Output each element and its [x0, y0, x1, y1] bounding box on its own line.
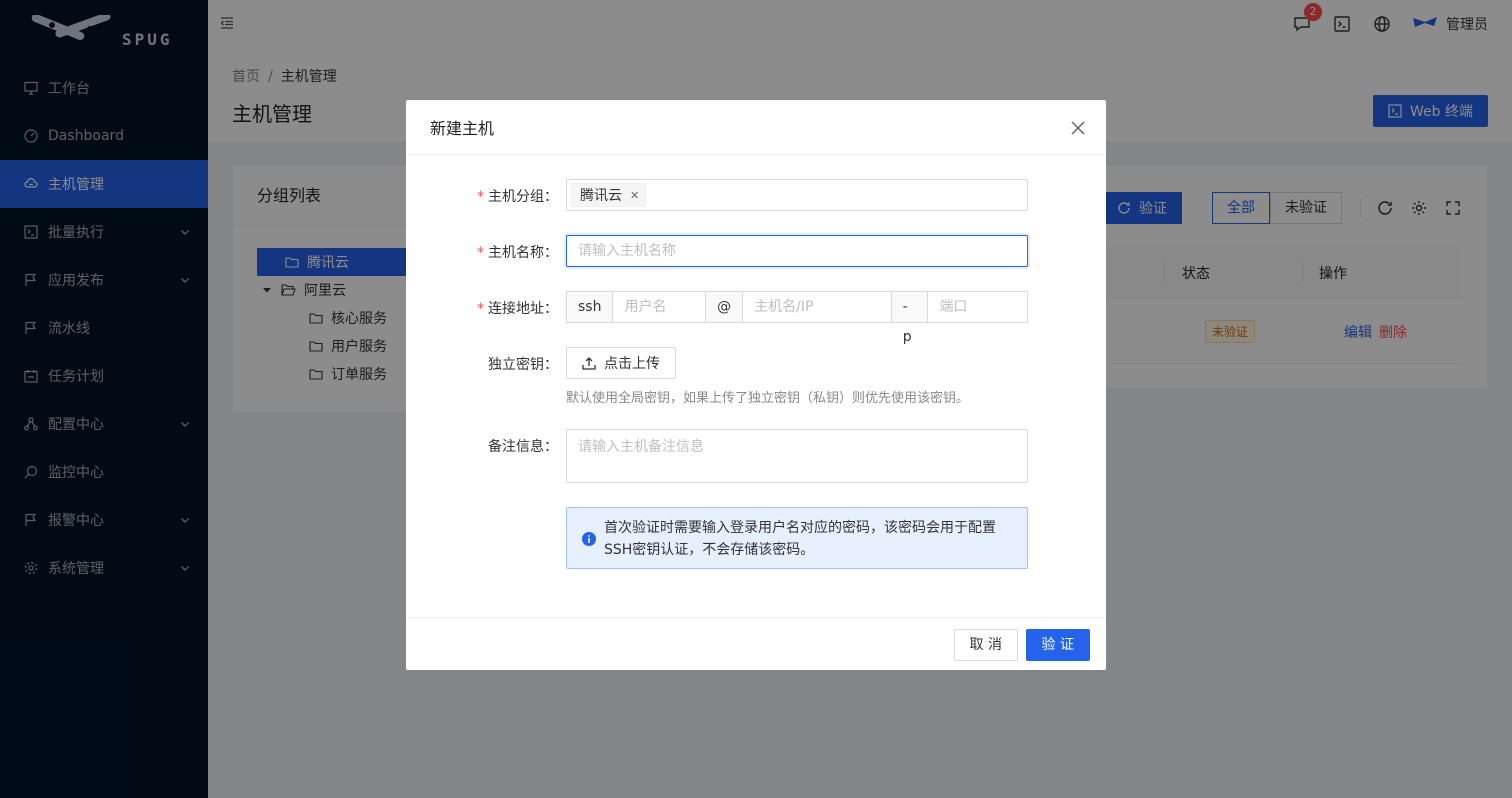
- upload-icon: [582, 357, 596, 370]
- note-textarea[interactable]: 请输入主机备注信息: [566, 429, 1028, 483]
- cancel-button[interactable]: 取 消: [953, 629, 1018, 661]
- key-label: 独立密钥：: [488, 357, 558, 373]
- address-input-group: ssh 用户名 @ 主机名/IP -p 端口: [566, 291, 1028, 345]
- key-help-text: 默认使用全局密钥，如果上传了独立密钥（私钥）则优先使用该密钥。: [566, 391, 970, 406]
- new-host-modal: 新建主机 * 主机分组： 腾讯云 ✕ * 主机名称： 请输入主机名称 * 连接地址： …: [406, 100, 1106, 670]
- info-alert: 首次验证时需要输入登录用户名对应的密码，该密码会用于配置 SSH密钥认证，不会存…: [566, 507, 1028, 569]
- verify-button[interactable]: 验 证: [1025, 629, 1090, 661]
- modal-footer: 取 消 验 证: [406, 617, 1106, 670]
- close-icon[interactable]: ✕: [630, 189, 639, 202]
- host-name-input[interactable]: 请输入主机名称: [566, 235, 1028, 267]
- ssh-addon: ssh: [566, 291, 614, 323]
- alert-line-1: 首次验证时需要输入登录用户名对应的密码，该密码会用于配置: [604, 520, 996, 536]
- group-tag-label: 腾讯云: [580, 188, 622, 204]
- username-input[interactable]: 用户名: [613, 291, 706, 323]
- name-label: * 主机名称：: [477, 245, 558, 261]
- upload-button[interactable]: 点击上传: [566, 347, 676, 379]
- info-circle-icon: [582, 531, 596, 553]
- alert-line-2: SSH密钥认证，不会存储该密码。: [604, 542, 815, 558]
- group-label: * 主机分组：: [477, 189, 558, 205]
- group-tag: 腾讯云 ✕: [571, 183, 647, 207]
- modal-title: 新建主机: [430, 119, 495, 138]
- close-icon[interactable]: [1068, 118, 1088, 138]
- group-select[interactable]: 腾讯云 ✕: [566, 179, 1028, 211]
- port-addon: -p: [890, 291, 929, 345]
- address-label: * 连接地址：: [477, 301, 558, 317]
- modal-header: 新建主机: [406, 100, 1106, 155]
- at-addon: @: [705, 291, 744, 323]
- note-label: 备注信息：: [488, 439, 558, 455]
- upload-label: 点击上传: [604, 356, 660, 372]
- hostname-input[interactable]: 主机名/IP: [743, 291, 891, 323]
- port-input[interactable]: 端口: [928, 291, 1028, 323]
